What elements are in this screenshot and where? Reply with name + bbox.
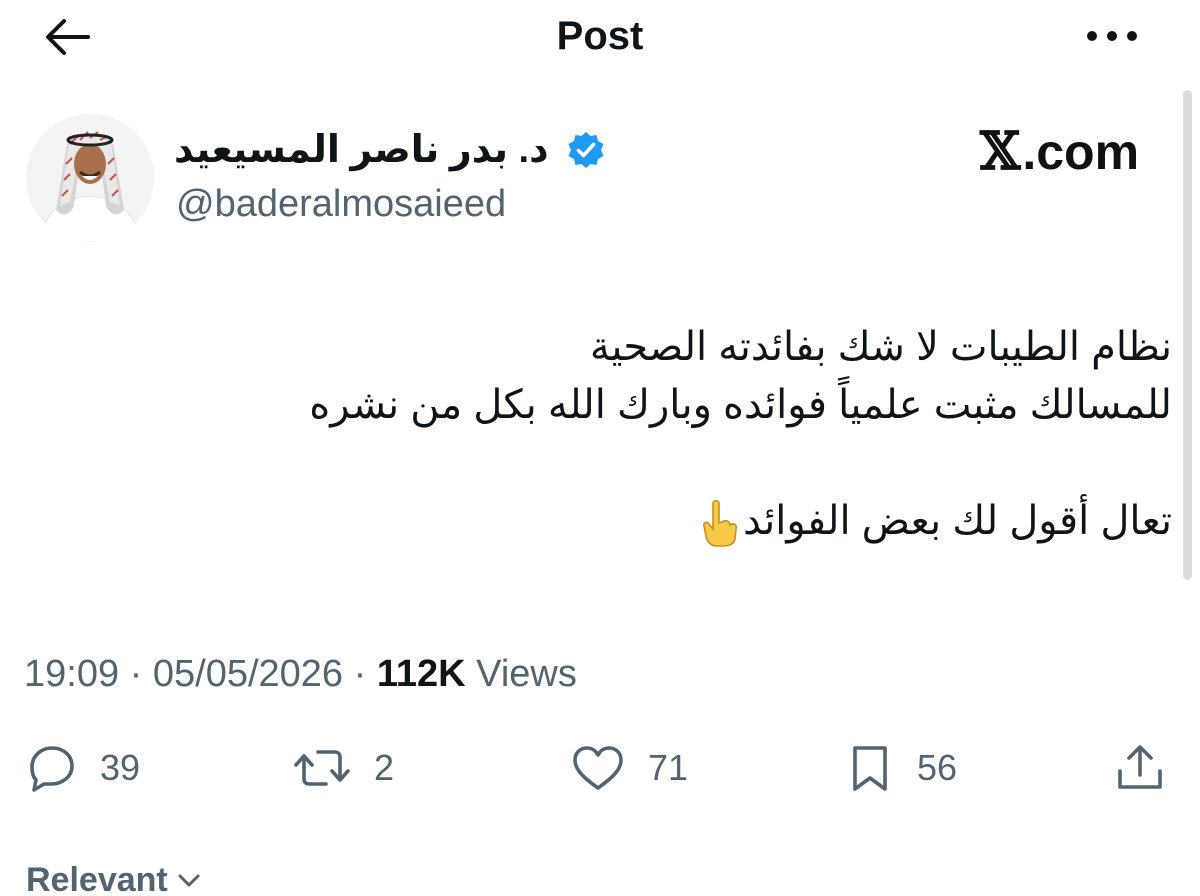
views-count[interactable]: 112K xyxy=(377,653,466,695)
more-horizontal-icon xyxy=(1087,31,1137,41)
like-button[interactable]: 71 xyxy=(570,740,688,796)
post-text-line-1: نظام الطيبات لا شك بفائدته الصحية xyxy=(589,325,1172,369)
bookmark-count: 56 xyxy=(917,747,958,788)
post-date[interactable]: 05/05/2026 xyxy=(153,653,343,695)
replies-sort-label: Relevant xyxy=(26,861,168,896)
post-text-line-2: للمسالك مثبت علمياً فوائده وبارك الله بك… xyxy=(309,383,1172,427)
verified-badge-icon[interactable] xyxy=(566,130,606,170)
back-button[interactable] xyxy=(36,12,96,62)
author-handle[interactable]: @baderalmosaieed xyxy=(176,180,506,228)
meta-separator: · xyxy=(129,653,143,695)
arrow-left-icon xyxy=(46,19,90,55)
page-title: Post xyxy=(556,14,644,58)
reply-icon xyxy=(30,746,74,792)
top-bar: Post xyxy=(0,0,1200,80)
repost-icon xyxy=(294,750,350,786)
repost-count: 2 xyxy=(374,747,395,788)
post-text-blank-line xyxy=(172,434,1172,492)
like-count: 71 xyxy=(648,747,689,788)
reply-count: 39 xyxy=(100,747,141,788)
heart-icon xyxy=(573,746,623,790)
bookmark-button[interactable]: 56 xyxy=(845,740,957,796)
chevron-down-icon xyxy=(178,874,200,887)
watermark-text: .com xyxy=(1022,124,1140,180)
avatar-image xyxy=(26,114,154,242)
views-label: Views xyxy=(476,653,577,695)
repost-button[interactable]: 2 xyxy=(292,740,394,796)
meta-separator-2: · xyxy=(353,653,367,695)
replies-sort-dropdown[interactable]: Relevant xyxy=(26,858,202,896)
scrollbar[interactable] xyxy=(1183,90,1192,580)
x-logo: 𝕏 xyxy=(980,121,1021,182)
post-meta: 19:09 · 05/05/2026 · 112K Views xyxy=(24,650,577,698)
bookmark-icon xyxy=(853,746,887,791)
reply-button[interactable]: 39 xyxy=(24,740,140,796)
more-options-button[interactable] xyxy=(1080,14,1144,58)
author-display-name[interactable]: د. بدر ناصر المسيعيد xyxy=(174,126,549,174)
x-com-watermark: 𝕏 .com xyxy=(980,122,1139,182)
share-icon xyxy=(1118,745,1162,789)
share-button[interactable] xyxy=(1114,740,1166,796)
hand-pointing-down-icon xyxy=(703,500,738,548)
avatar[interactable] xyxy=(26,114,154,242)
post-text: نظام الطيبات لا شك بفائدته الصحية للمسال… xyxy=(172,318,1172,550)
post-text-line-4: تعال أقول لك بعض الفوائد xyxy=(743,499,1172,543)
action-bar: 39 2 71 56 xyxy=(0,740,1200,796)
post-time[interactable]: 19:09 xyxy=(24,653,119,695)
post-text-line-4-wrap: تعال أقول لك بعض الفوائد xyxy=(172,492,1172,550)
